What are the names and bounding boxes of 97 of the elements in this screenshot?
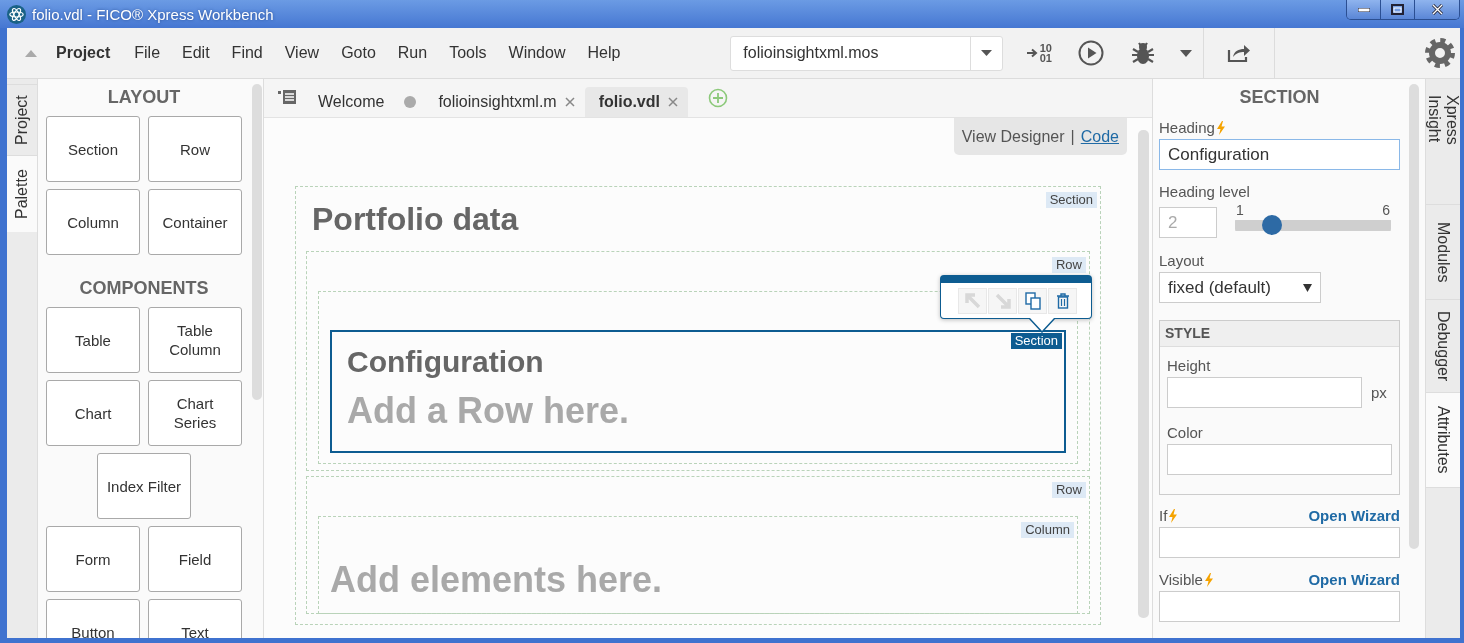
scrollbar-thumb[interactable] xyxy=(1409,84,1419,549)
open-wizard-link[interactable]: Open Wizard xyxy=(1308,507,1400,525)
drop-hint: Add elements here. xyxy=(330,559,664,601)
caret-icon xyxy=(1180,49,1193,57)
palette-item[interactable]: Chart Series xyxy=(148,380,242,446)
palette-item[interactable]: Table Column xyxy=(148,307,242,373)
close-icon xyxy=(1430,4,1444,15)
minimize-icon xyxy=(1357,7,1370,12)
layout-select[interactable]: fixed (default) xyxy=(1159,272,1321,303)
section-tag: Section xyxy=(1010,333,1062,349)
caret-icon xyxy=(1303,283,1312,292)
palette-heading: LAYOUT xyxy=(106,87,182,107)
group-header: STYLE xyxy=(1160,321,1399,347)
maximize-icon xyxy=(1391,4,1404,15)
drop-hint: Add a Row here. xyxy=(347,390,631,432)
palette-item[interactable]: Container xyxy=(148,189,242,255)
scrollbar-thumb[interactable] xyxy=(252,84,262,400)
arrow-icon xyxy=(964,292,981,309)
list-icon[interactable] xyxy=(278,90,296,104)
menu-item[interactable]: Window xyxy=(508,44,566,62)
palette-item[interactable]: Section xyxy=(46,116,140,182)
column-tag: Column xyxy=(1021,522,1074,538)
height-field[interactable] xyxy=(1167,377,1362,408)
copy-icon xyxy=(1024,291,1041,310)
palette-item[interactable]: Table xyxy=(46,307,140,373)
palette-item[interactable]: Chart xyxy=(46,380,140,446)
menu-item[interactable]: Help xyxy=(587,44,621,62)
field-label: Heading xyxy=(1159,119,1215,137)
palette-item[interactable]: Row xyxy=(148,116,242,182)
export-icon xyxy=(1227,43,1252,63)
visible-field[interactable] xyxy=(1159,591,1400,622)
menu-item[interactable]: Goto xyxy=(341,44,376,62)
row-tag: Row xyxy=(1052,257,1086,273)
open-wizard-link[interactable]: Open Wizard xyxy=(1308,571,1400,589)
trash-icon xyxy=(1055,292,1070,309)
palette-item[interactable]: Text xyxy=(148,599,242,638)
delete-button[interactable] xyxy=(1048,287,1077,314)
palette-item[interactable]: Form xyxy=(46,526,140,592)
section-heading: Configuration xyxy=(347,344,545,380)
menu-item[interactable]: Tools xyxy=(449,44,487,62)
maximize-button[interactable] xyxy=(1381,0,1415,19)
field-label: Color xyxy=(1167,424,1203,442)
menu-item[interactable]: View xyxy=(284,44,320,62)
callout-pointer xyxy=(1029,318,1055,333)
section-heading: Portfolio data xyxy=(312,201,520,237)
field-label: Height xyxy=(1167,357,1211,375)
editor-tab[interactable]: Welcome xyxy=(308,87,395,117)
menu-item[interactable]: Edit xyxy=(182,44,210,62)
menu-item[interactable]: Find xyxy=(231,44,263,62)
palette-item[interactable]: Button xyxy=(46,599,140,638)
side-tab[interactable]: Xpress Insight xyxy=(1426,85,1460,205)
arrow-icon xyxy=(994,292,1011,309)
panel-title: SECTION xyxy=(1238,87,1321,107)
code-link[interactable]: Code xyxy=(1080,127,1119,146)
close-icon[interactable] xyxy=(668,97,678,107)
settings-icon[interactable] xyxy=(1424,37,1456,69)
side-tab[interactable]: Palette xyxy=(7,155,37,232)
app-logo-icon xyxy=(7,4,26,24)
close-icon[interactable] xyxy=(564,97,575,107)
editor-tab[interactable]: folio.vdl xyxy=(584,87,688,117)
project-label[interactable]: Project xyxy=(56,44,111,62)
palette-item[interactable]: Index Filter xyxy=(97,453,191,519)
field-label: Layout xyxy=(1159,252,1205,270)
palette-item[interactable]: Column xyxy=(46,189,140,255)
side-tab[interactable]: Modules xyxy=(1426,205,1460,300)
color-field[interactable] xyxy=(1167,444,1392,475)
scrollbar-thumb[interactable] xyxy=(1137,130,1149,618)
run-target-select[interactable]: folioinsightxml.mos xyxy=(730,35,1004,71)
heading-field[interactable]: Configuration xyxy=(1159,139,1400,170)
if-field[interactable] xyxy=(1159,527,1400,558)
field-label: Heading level xyxy=(1159,183,1250,201)
row-tag: Row xyxy=(1052,482,1086,498)
add-tab-icon[interactable] xyxy=(708,88,728,108)
slider-max-label: 6 xyxy=(1382,203,1390,217)
close-button[interactable] xyxy=(1415,0,1459,19)
unit-label: px xyxy=(1371,384,1387,401)
editor-tab[interactable]: folioinsightxml.m xyxy=(394,87,585,117)
window-title: folio.vdl - FICO® Xpress Workbench xyxy=(32,5,274,23)
step-button[interactable]: 10 01 xyxy=(1013,28,1066,78)
section-frame[interactable]: Section Portfolio data Row Section Configuration Add a Row here. Row Column Add elements here. xyxy=(295,186,1101,625)
separator-label: | xyxy=(1070,127,1075,146)
section-tag: Section xyxy=(1045,192,1097,208)
field-label: If xyxy=(1159,507,1168,525)
collapse-icon[interactable] xyxy=(25,49,37,57)
view-label[interactable]: View Designer xyxy=(961,127,1065,146)
menu-item[interactable]: File xyxy=(134,44,161,62)
side-tab[interactable]: Attributes xyxy=(1426,393,1460,488)
play-icon xyxy=(1078,40,1105,66)
arrow-icon xyxy=(1026,48,1039,58)
minimize-button[interactable] xyxy=(1347,0,1381,19)
slider-min-label: 1 xyxy=(1236,203,1244,217)
palette-heading: COMPONENTS xyxy=(78,278,210,298)
caret-icon xyxy=(981,50,993,56)
palette-item[interactable]: Field xyxy=(148,526,242,592)
field-label: Visible xyxy=(1159,571,1203,589)
copy-button[interactable] xyxy=(1018,287,1047,314)
menu-item[interactable]: Run xyxy=(397,44,428,62)
